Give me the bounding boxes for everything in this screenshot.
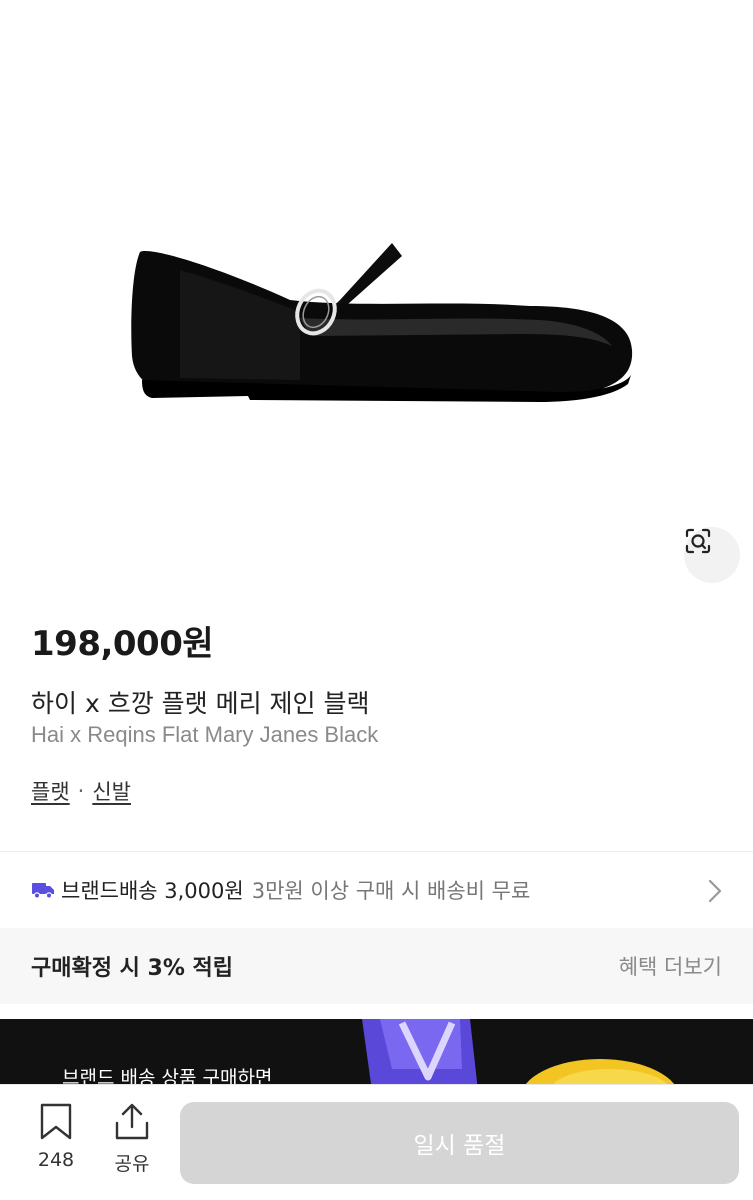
category-link-shoes[interactable]: 신발 <box>92 776 131 806</box>
bookmark-button[interactable]: 248 <box>30 1103 82 1171</box>
lens-icon <box>685 528 711 554</box>
reward-text: 구매확정 시 3% 적립 <box>31 956 234 981</box>
share-label: 공유 <box>114 1153 150 1175</box>
shipping-fee-label: 브랜드배송 3,000원 <box>61 879 244 903</box>
category-breadcrumb: 플랫 · 신발 <box>31 776 131 806</box>
product-price: 198,000원 <box>31 624 214 664</box>
share-button[interactable]: 공유 <box>104 1103 160 1176</box>
sold-out-button[interactable]: 일시 품절 <box>180 1102 739 1184</box>
bookmark-icon <box>40 1103 72 1140</box>
reward-more-link[interactable]: 혜택 더보기 <box>619 951 722 981</box>
shoe-image <box>131 243 633 402</box>
shipping-free-condition: 3만원 이상 구매 시 배송비 무료 <box>251 879 531 903</box>
bookmark-count: 248 <box>37 1149 75 1171</box>
reward-row: 구매확정 시 3% 적립 혜택 더보기 <box>0 928 753 1004</box>
chevron-right-icon <box>708 879 722 903</box>
category-link-flat[interactable]: 플랫 <box>31 776 70 806</box>
lens-search-button[interactable] <box>684 527 740 583</box>
product-name-en: Hai x Reqins Flat Mary Janes Black <box>31 722 379 747</box>
bottom-action-bar: 248 공유 일시 품절 <box>0 1084 753 1200</box>
truck-icon <box>32 883 54 899</box>
promo-banner[interactable]: 브랜드 배송 상품 구매하면 <box>0 1019 753 1091</box>
category-separator: · <box>77 779 85 803</box>
product-image[interactable] <box>0 0 753 600</box>
share-icon <box>115 1103 149 1140</box>
product-name-ko: 하이 x 흐깡 플랫 메리 제인 블랙 <box>31 689 370 718</box>
shipping-info-row[interactable]: 브랜드배송 3,000원 3만원 이상 구매 시 배송비 무료 <box>0 852 753 928</box>
